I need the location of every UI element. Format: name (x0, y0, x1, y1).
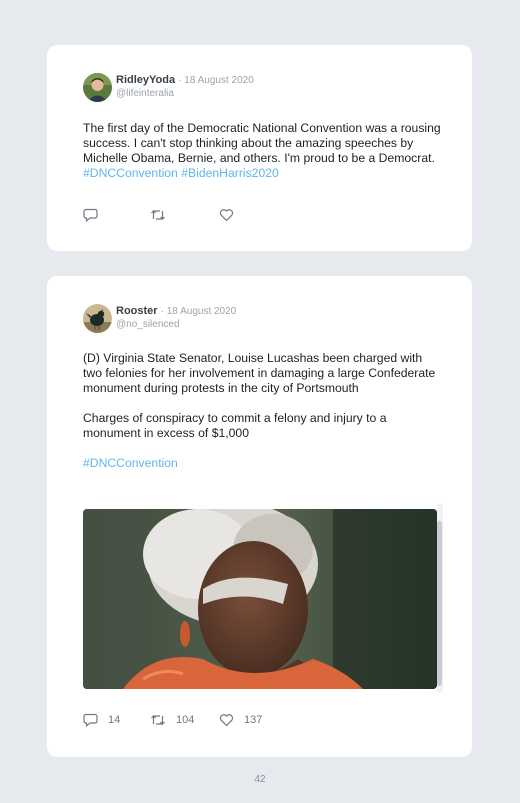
like-icon (219, 713, 234, 727)
author-name[interactable]: Rooster (116, 305, 158, 317)
reply-button[interactable] (83, 207, 98, 223)
like-icon (219, 208, 234, 222)
author-handle[interactable]: @lifeinteralia (116, 88, 174, 99)
retweet-icon (150, 208, 166, 222)
image-scrollbar[interactable] (437, 503, 443, 693)
retweet-count: 104 (176, 714, 195, 726)
tweet-body: The first day of the Democratic National… (83, 121, 442, 181)
tweet-paragraph: (D) Virginia State Senator, Louise Lucas… (83, 351, 436, 395)
author-name[interactable]: RidleyYoda (116, 74, 175, 86)
tweet-date: · 18 August 2020 (160, 306, 237, 317)
like-button[interactable]: 137 (219, 712, 262, 728)
like-count: 137 (244, 714, 263, 726)
like-button[interactable] (219, 207, 234, 223)
reply-count: 14 (108, 714, 121, 726)
hashtag-link[interactable]: #DNCConvention #BidenHarris2020 (83, 166, 279, 180)
retweet-button[interactable]: 104 (150, 712, 194, 728)
tweet-paragraph: Charges of conspiracy to commit a felony… (83, 411, 387, 440)
scrollbar-thumb[interactable] (437, 521, 442, 686)
hashtag-link[interactable]: #DNCConvention (83, 456, 442, 471)
retweet-icon (150, 713, 166, 727)
tweet-card: Rooster · 18 August 2020 @no_silenced (D… (47, 276, 472, 757)
avatar[interactable] (83, 73, 112, 102)
reply-button[interactable]: 14 (83, 712, 120, 728)
retweet-button[interactable] (150, 207, 166, 223)
tweet-image[interactable] (83, 509, 437, 689)
author-handle[interactable]: @no_silenced (116, 319, 180, 330)
reply-icon (83, 713, 98, 727)
tweet-date: · 18 August 2020 (178, 75, 254, 86)
tweet-body: (D) Virginia State Senator, Louise Lucas… (83, 351, 442, 486)
page-number: 42 (254, 774, 266, 785)
tweet-text: The first day of the Democratic National… (83, 121, 441, 165)
reply-icon (83, 208, 98, 222)
tweet-card: RidleyYoda · 18 August 2020 @lifeinteral… (47, 45, 472, 251)
avatar[interactable] (83, 304, 112, 333)
